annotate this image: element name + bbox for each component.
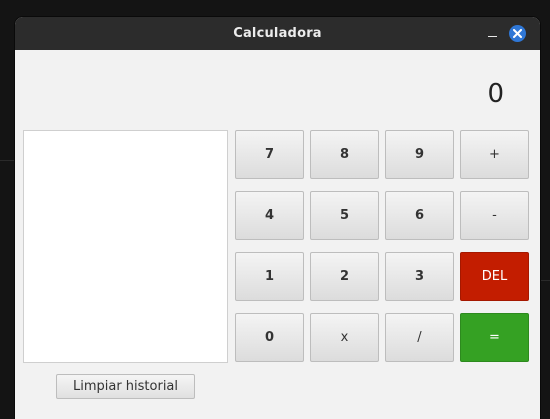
key-8[interactable]: 8 xyxy=(310,130,379,179)
desktop-background-line xyxy=(0,160,15,161)
key-multiply[interactable]: x xyxy=(310,313,379,362)
key-5[interactable]: 5 xyxy=(310,191,379,240)
key-6[interactable]: 6 xyxy=(385,191,454,240)
result-display: 0 xyxy=(487,79,504,109)
history-list[interactable] xyxy=(23,130,228,363)
key-minus[interactable]: - xyxy=(460,191,529,240)
close-icon[interactable] xyxy=(509,25,526,42)
window-title: Calculadora xyxy=(233,26,322,41)
minimize-icon[interactable] xyxy=(486,26,500,40)
key-7[interactable]: 7 xyxy=(235,130,304,179)
key-3[interactable]: 3 xyxy=(385,252,454,301)
desktop-background-line xyxy=(540,280,550,281)
key-divide[interactable]: / xyxy=(385,313,454,362)
key-4[interactable]: 4 xyxy=(235,191,304,240)
key-plus[interactable]: + xyxy=(460,130,529,179)
clear-history-button[interactable]: Limpiar historial xyxy=(56,374,195,399)
key-9[interactable]: 9 xyxy=(385,130,454,179)
title-bar: Calculadora xyxy=(15,17,540,50)
equals-button[interactable]: = xyxy=(460,313,529,362)
key-0[interactable]: 0 xyxy=(235,313,304,362)
calculator-window: Calculadora 0 7 8 9 + 4 5 6 - 1 2 3 DEL … xyxy=(15,17,540,419)
key-2[interactable]: 2 xyxy=(310,252,379,301)
key-1[interactable]: 1 xyxy=(235,252,304,301)
delete-button[interactable]: DEL xyxy=(460,252,529,301)
